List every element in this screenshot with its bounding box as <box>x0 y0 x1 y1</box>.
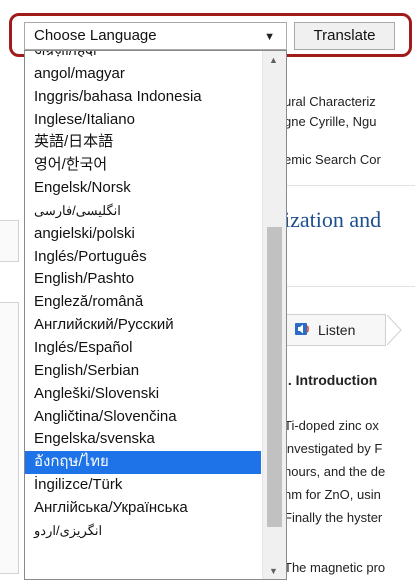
speaker-icon <box>294 321 312 340</box>
language-option[interactable]: Angleški/Slovenski <box>25 383 261 406</box>
language-select[interactable]: Choose Language ▼ <box>24 22 287 50</box>
language-option[interactable]: Engelska/svenska <box>25 428 261 451</box>
language-select-label: Choose Language <box>34 27 157 44</box>
language-options: अंग्रेज़ी/हिंदी angol/magyar Inggris/bahas… <box>25 51 261 543</box>
paragraph-line: The magnetic pro <box>284 560 386 575</box>
language-option[interactable]: Inglese/Italiano <box>25 109 261 132</box>
language-option[interactable]: अंग्रेज़ी/हिंदी <box>25 51 261 63</box>
language-option[interactable]: Inglés/Español <box>25 337 261 360</box>
language-option[interactable]: Inggris/bahasa Indonesia <box>25 86 261 109</box>
language-option[interactable]: Engelsk/Norsk <box>25 177 261 200</box>
article-heading: ization and <box>284 207 382 232</box>
language-option[interactable]: İngilizce/Türk <box>25 474 261 497</box>
translate-button[interactable]: Translate <box>294 22 395 50</box>
listen-button[interactable]: Listen <box>284 314 402 346</box>
language-option[interactable]: 영어/한국어 <box>25 154 261 177</box>
academic-search-link[interactable]: emic Search Cor <box>284 152 381 167</box>
article-title-fragment: ural Characteriz <box>284 94 376 109</box>
scroll-down-icon[interactable]: ▼ <box>269 566 278 576</box>
article-authors-fragment: gne Cyrille, Ngu <box>284 114 377 129</box>
dropdown-scrollbar[interactable]: ▲ ▼ <box>262 51 286 579</box>
language-option[interactable]: انگریزی/اردو <box>25 520 261 543</box>
language-option[interactable]: อังกฤษ/ไทย <box>25 451 261 475</box>
language-dropdown[interactable]: अंग्रेज़ी/हिंदी angol/magyar Inggris/bahas… <box>24 50 287 580</box>
language-option[interactable]: Англійська/Українська <box>25 497 261 520</box>
language-option[interactable]: angielski/polski <box>25 223 261 246</box>
scroll-up-icon[interactable]: ▲ <box>269 55 278 65</box>
sidebar-tab[interactable] <box>0 302 19 574</box>
divider <box>284 185 415 186</box>
language-option[interactable]: English/Pashto <box>25 268 261 291</box>
sidebar-tab[interactable] <box>0 220 19 262</box>
paragraph-line: Ti-doped zinc ox <box>284 418 379 433</box>
language-option[interactable]: Inglés/Português <box>25 246 261 269</box>
section-heading: I. Introduction <box>284 372 378 388</box>
language-option[interactable]: Engleză/română <box>25 291 261 314</box>
sidebar-edge <box>0 220 20 580</box>
paragraph-line: hours, and the de <box>284 464 386 479</box>
language-option[interactable]: angol/magyar <box>25 63 261 86</box>
scrollbar-thumb[interactable] <box>267 227 282 528</box>
language-option[interactable]: Английский/Русский <box>25 314 261 337</box>
language-option[interactable]: 英語/日本語 <box>25 131 261 154</box>
paragraph-line: investigated by F <box>284 441 383 456</box>
paragraph-line: Finally the hyster <box>284 510 383 525</box>
paragraph-line: nm for ZnO, usin <box>284 487 381 502</box>
language-option[interactable]: Angličtina/Slovenčina <box>25 406 261 429</box>
dropdown-arrow-icon: ▼ <box>264 31 275 43</box>
divider <box>284 286 415 287</box>
chevron-right-icon <box>387 315 402 345</box>
listen-label: Listen <box>318 322 356 338</box>
language-option[interactable]: انگلیسی/فارسی <box>25 200 261 223</box>
language-option[interactable]: English/Serbian <box>25 360 261 383</box>
